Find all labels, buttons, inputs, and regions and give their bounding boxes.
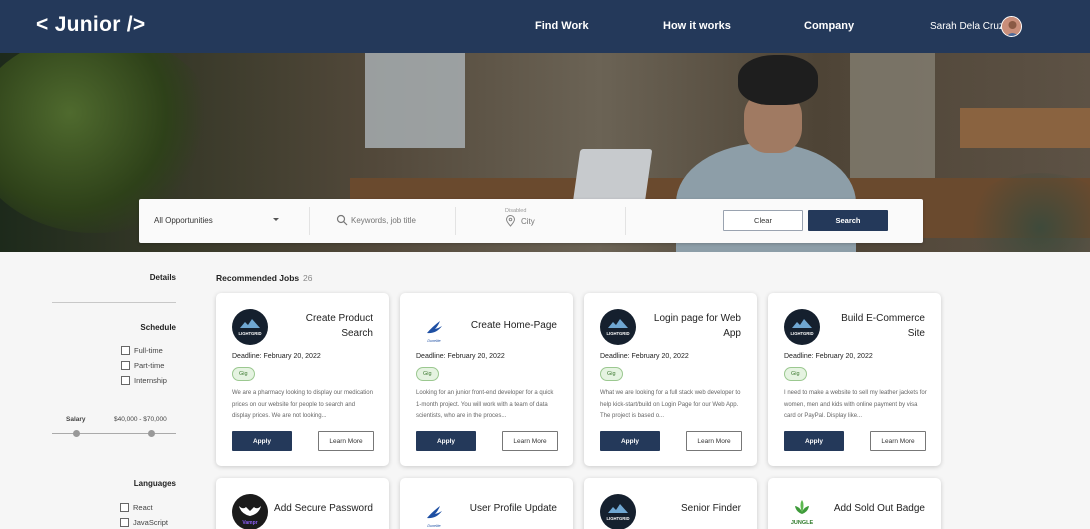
filter-internship[interactable]: Internship (121, 376, 167, 385)
learn-more-button[interactable]: Learn More (870, 431, 926, 451)
search-icon (336, 214, 348, 226)
checkbox-label: Full-time (134, 346, 163, 355)
apply-button[interactable]: Apply (600, 431, 660, 451)
company-logo-text: LIGHTGRID (606, 516, 629, 521)
nav-find-work[interactable]: Find Work (535, 20, 589, 32)
divider (309, 207, 310, 235)
filter-part-time[interactable]: Part-time (121, 361, 164, 370)
schedule-heading: Schedule (140, 323, 176, 332)
job-deadline: Deadline: February 20, 2022 (416, 353, 505, 360)
job-deadline: Deadline: February 20, 2022 (232, 353, 321, 360)
filter-full-time[interactable]: Full-time (121, 346, 163, 355)
company-logo-text: LIGHTGRID (606, 331, 629, 336)
learn-more-button[interactable]: Learn More (686, 431, 742, 451)
company-logo: LIGHTGRID (232, 309, 268, 345)
job-card[interactable]: Vampr Add Secure Password (216, 478, 389, 529)
user-name[interactable]: Sarah Dela Cruz (930, 21, 1004, 32)
clear-button[interactable]: Clear (723, 210, 803, 231)
job-deadline: Deadline: February 20, 2022 (600, 353, 689, 360)
job-count: 26 (303, 273, 313, 283)
job-type-badge: Gig (416, 367, 439, 381)
details-heading: Details (149, 273, 176, 282)
learn-more-button[interactable]: Learn More (318, 431, 374, 451)
chevron-down-icon[interactable] (273, 218, 279, 221)
divider (625, 207, 626, 235)
job-type-badge: Gig (784, 367, 807, 381)
job-card[interactable]: JUNGLE Add Sold Out Badge (768, 478, 941, 529)
top-navigation-bar: < Junior /> Find Work How it works Compa… (0, 0, 1090, 53)
job-type-badge: Gig (600, 367, 623, 381)
job-card[interactable]: Dunelite User Profile Update (400, 478, 573, 529)
filter-javascript[interactable]: JavaScript (120, 518, 168, 527)
job-title[interactable]: Build E-Commerce Site (825, 311, 925, 341)
job-card[interactable]: LIGHTGRID Create Product Search Deadline… (216, 293, 389, 466)
category-select[interactable]: All Opportunities (154, 216, 213, 225)
company-logo-text: LIGHTGRID (238, 331, 261, 336)
city-input[interactable] (521, 217, 601, 226)
job-type-badge: Gig (232, 367, 255, 381)
apply-button[interactable]: Apply (416, 431, 476, 451)
job-title[interactable]: Add Sold Out Badge (805, 503, 925, 514)
company-logo: LIGHTGRID (784, 309, 820, 345)
job-deadline: Deadline: February 20, 2022 (784, 353, 873, 360)
checkbox-label: Part-time (134, 361, 165, 370)
company-logo-text: Vampr (242, 520, 257, 526)
job-title[interactable]: Login page for Web App (641, 311, 741, 341)
learn-more-button[interactable]: Learn More (502, 431, 558, 451)
salary-slider-min-handle[interactable] (73, 430, 80, 437)
checkbox[interactable] (120, 503, 129, 512)
salary-slider-max-handle[interactable] (148, 430, 155, 437)
checkbox-label: React (133, 503, 153, 512)
checkbox-label: JavaScript (133, 518, 169, 527)
job-card[interactable]: Dunelite Create Home-Page Deadline: Febr… (400, 293, 573, 466)
location-label: Disabled (505, 208, 527, 214)
job-description: Looking for an junior front-end develope… (416, 390, 554, 419)
company-logo-text: Dunelite (427, 524, 440, 528)
languages-heading: Languages (133, 479, 176, 488)
job-title[interactable]: Create Home-Page (457, 318, 557, 333)
search-button[interactable]: Search (808, 210, 888, 231)
job-card[interactable]: LIGHTGRID Senior Finder (584, 478, 757, 529)
job-card[interactable]: LIGHTGRID Login page for Web App Deadlin… (584, 293, 757, 466)
divider (455, 207, 456, 235)
job-card[interactable]: LIGHTGRID Build E-Commerce Site Deadline… (768, 293, 941, 466)
site-logo[interactable]: < Junior /> (36, 13, 146, 37)
checkbox[interactable] (120, 518, 129, 527)
company-logo: Dunelite (416, 309, 452, 345)
salary-slider-track[interactable] (52, 433, 176, 434)
checkbox[interactable] (121, 346, 130, 355)
company-logo: LIGHTGRID (600, 309, 636, 345)
filter-react[interactable]: React (120, 503, 153, 512)
nav-company[interactable]: Company (804, 20, 854, 32)
job-title[interactable]: Senior Finder (621, 503, 741, 514)
salary-range-value: $40,000 - $70,000 (114, 416, 167, 423)
job-description: We are a pharmacy looking to display our… (232, 390, 373, 419)
recommended-jobs-heading: Recommended Jobs (216, 273, 300, 283)
company-logo-text: JUNGLE (791, 520, 814, 526)
apply-button[interactable]: Apply (784, 431, 844, 451)
job-description: I need to make a website to sell my leat… (784, 390, 927, 419)
job-title[interactable]: Add Secure Password (253, 503, 373, 514)
divider (52, 302, 176, 303)
checkbox-label: Internship (134, 376, 167, 385)
apply-button[interactable]: Apply (232, 431, 292, 451)
job-description: What we are looking for a full stack web… (600, 390, 741, 419)
job-title[interactable]: Create Product Search (273, 311, 373, 341)
company-logo-text: Dunelite (427, 339, 440, 343)
job-title[interactable]: User Profile Update (437, 503, 557, 514)
search-bar: All Opportunities Disabled Clear Search (139, 199, 923, 243)
location-pin-icon (505, 215, 516, 227)
checkbox[interactable] (121, 361, 130, 370)
nav-how-it-works[interactable]: How it works (663, 20, 731, 32)
salary-label: Salary (66, 416, 86, 423)
company-logo-text: LIGHTGRID (790, 331, 813, 336)
avatar[interactable] (1001, 16, 1022, 37)
keywords-input[interactable] (351, 216, 451, 225)
checkbox[interactable] (121, 376, 130, 385)
